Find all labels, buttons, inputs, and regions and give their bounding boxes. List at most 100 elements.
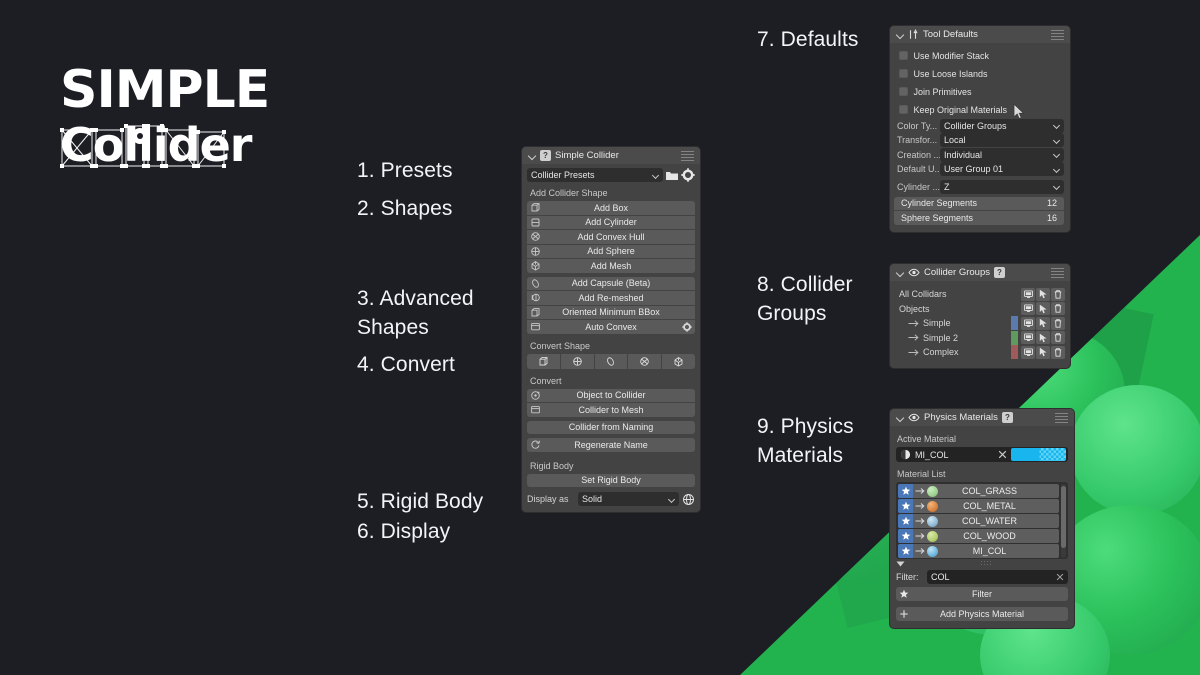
add-remeshed-button[interactable]: Add Re-meshed xyxy=(527,291,695,305)
collider-presets-dropdown[interactable]: Collider Presets xyxy=(527,168,663,182)
collider-from-naming-button[interactable]: Collider from Naming xyxy=(527,421,695,435)
chevron-down-icon[interactable] xyxy=(896,31,904,39)
convert-to-sphere-button[interactable] xyxy=(561,354,594,369)
default-user-group-dropdown[interactable]: User Group 01 xyxy=(940,162,1064,176)
simple-collider-header[interactable]: ? Simple Collider xyxy=(522,147,700,164)
monitor-icon[interactable] xyxy=(1021,288,1035,301)
collider-to-mesh-button[interactable]: Collider to Mesh xyxy=(527,403,695,417)
list-item[interactable]: COL_GRASS xyxy=(898,484,1059,498)
active-material-color-swatch[interactable] xyxy=(1011,448,1066,461)
physics-materials-header[interactable]: Physics Materials ? xyxy=(890,409,1074,426)
add-convex-hull-button[interactable]: Add Convex Hull xyxy=(527,230,695,244)
add-cylinder-button[interactable]: Add Cylinder xyxy=(527,216,695,230)
globe-icon[interactable] xyxy=(682,493,695,506)
filter-button[interactable]: Filter xyxy=(896,587,1068,601)
display-as-dropdown[interactable]: Solid xyxy=(578,492,679,506)
gear-icon[interactable] xyxy=(682,322,692,332)
eye-icon[interactable] xyxy=(908,268,920,277)
oriented-minimum-bbox-button[interactable]: Oriented Minimum BBox xyxy=(527,306,695,320)
filter-input[interactable]: COL xyxy=(927,570,1068,584)
group-color-swatch[interactable] xyxy=(1011,345,1018,359)
tool-defaults-header[interactable]: Tool Defaults xyxy=(890,26,1070,43)
add-capsule-button[interactable]: Add Capsule (Beta) xyxy=(527,277,695,291)
keep-original-materials-checkbox[interactable] xyxy=(899,105,908,114)
group-color-swatch[interactable] xyxy=(1011,331,1018,345)
keep-original-materials-row[interactable]: Keep Original Materials xyxy=(894,103,1064,116)
use-modifier-stack-row[interactable]: Use Modifier Stack xyxy=(894,49,1064,62)
convert-to-box-button[interactable] xyxy=(527,354,560,369)
list-expand-handle[interactable]: :::: xyxy=(896,560,1068,567)
trash-icon[interactable] xyxy=(1051,317,1065,330)
grip-icon[interactable] xyxy=(1055,413,1068,422)
use-loose-islands-row[interactable]: Use Loose Islands xyxy=(894,67,1064,80)
cursor-icon[interactable] xyxy=(1036,346,1050,359)
help-icon[interactable]: ? xyxy=(994,267,1005,278)
trash-icon[interactable] xyxy=(1051,288,1065,301)
set-rigid-body-button[interactable]: Set Rigid Body xyxy=(527,474,695,488)
folder-icon[interactable] xyxy=(665,168,679,182)
monitor-icon[interactable] xyxy=(1021,331,1035,344)
add-mesh-button[interactable]: Add Mesh xyxy=(527,259,695,273)
table-row[interactable]: All Collidars xyxy=(896,287,1065,302)
convert-to-mesh-button[interactable] xyxy=(662,354,695,369)
triangle-down-icon[interactable] xyxy=(896,561,905,567)
chevron-down-icon[interactable] xyxy=(896,414,904,422)
use-modifier-stack-checkbox[interactable] xyxy=(899,51,908,60)
add-box-button[interactable]: Add Box xyxy=(527,201,695,215)
chevron-down-icon[interactable] xyxy=(528,152,536,160)
use-loose-islands-checkbox[interactable] xyxy=(899,69,908,78)
cursor-icon[interactable] xyxy=(1036,302,1050,315)
gear-icon[interactable] xyxy=(681,168,695,182)
table-row[interactable]: Simple xyxy=(896,316,1065,331)
object-to-collider-button[interactable]: Object to Collider xyxy=(527,389,695,403)
grip-icon[interactable] xyxy=(681,151,694,160)
material-list-scrollbar[interactable] xyxy=(1061,484,1066,558)
sphere-segments-row[interactable]: Sphere Segments 16 xyxy=(894,211,1064,225)
group-color-swatch[interactable] xyxy=(1011,316,1018,330)
help-icon[interactable]: ? xyxy=(1002,412,1013,423)
monitor-icon[interactable] xyxy=(1021,346,1035,359)
add-sphere-button[interactable]: Add Sphere xyxy=(527,245,695,259)
list-item[interactable]: COL_METAL xyxy=(898,499,1059,513)
table-row[interactable]: Objects xyxy=(896,302,1065,317)
join-primitives-row[interactable]: Join Primitives xyxy=(894,85,1064,98)
grip-icon[interactable] xyxy=(1051,268,1064,277)
trash-icon[interactable] xyxy=(1051,346,1065,359)
convert-to-convex-hull-button[interactable] xyxy=(628,354,661,369)
table-row[interactable]: Simple 2 xyxy=(896,331,1065,346)
list-item[interactable]: COL_WOOD xyxy=(898,529,1059,543)
cursor-icon[interactable] xyxy=(1036,331,1050,344)
cylinder-axis-dropdown[interactable]: Z xyxy=(940,180,1064,194)
auto-convex-button[interactable]: Auto Convex xyxy=(527,320,695,334)
trash-icon[interactable] xyxy=(1051,302,1065,315)
star-icon[interactable] xyxy=(898,499,913,513)
table-row[interactable]: Complex xyxy=(896,345,1065,360)
monitor-icon[interactable] xyxy=(1021,302,1035,315)
join-primitives-checkbox[interactable] xyxy=(899,87,908,96)
monitor-icon[interactable] xyxy=(1021,317,1035,330)
add-physics-material-button[interactable]: Add Physics Material xyxy=(896,607,1068,621)
cursor-icon[interactable] xyxy=(1036,317,1050,330)
active-material-field[interactable]: MI_COL xyxy=(896,447,1068,462)
cylinder-segments-row[interactable]: Cylinder Segments 12 xyxy=(894,197,1064,211)
help-icon[interactable]: ? xyxy=(540,150,551,161)
transform-dropdown[interactable]: Local xyxy=(940,133,1064,147)
star-icon[interactable] xyxy=(898,544,913,558)
grip-icon[interactable] xyxy=(1051,30,1064,39)
eye-icon[interactable] xyxy=(908,413,920,422)
color-type-dropdown[interactable]: Collider Groups xyxy=(940,119,1064,133)
list-item[interactable]: MI_COL xyxy=(898,544,1059,558)
list-item[interactable]: COL_WATER xyxy=(898,514,1059,528)
cursor-icon[interactable] xyxy=(1036,288,1050,301)
creation-dropdown[interactable]: Individual xyxy=(940,148,1064,162)
star-icon[interactable] xyxy=(898,529,913,543)
x-icon[interactable] xyxy=(1056,573,1064,581)
regenerate-name-button[interactable]: Regenerate Name xyxy=(527,438,695,452)
star-icon[interactable] xyxy=(898,484,913,498)
star-icon[interactable] xyxy=(898,514,913,528)
x-icon[interactable] xyxy=(998,450,1007,459)
trash-icon[interactable] xyxy=(1051,331,1065,344)
chevron-down-icon[interactable] xyxy=(896,269,904,277)
convert-to-capsule-button[interactable] xyxy=(595,354,628,369)
collider-groups-header[interactable]: Collider Groups ? xyxy=(890,264,1070,281)
